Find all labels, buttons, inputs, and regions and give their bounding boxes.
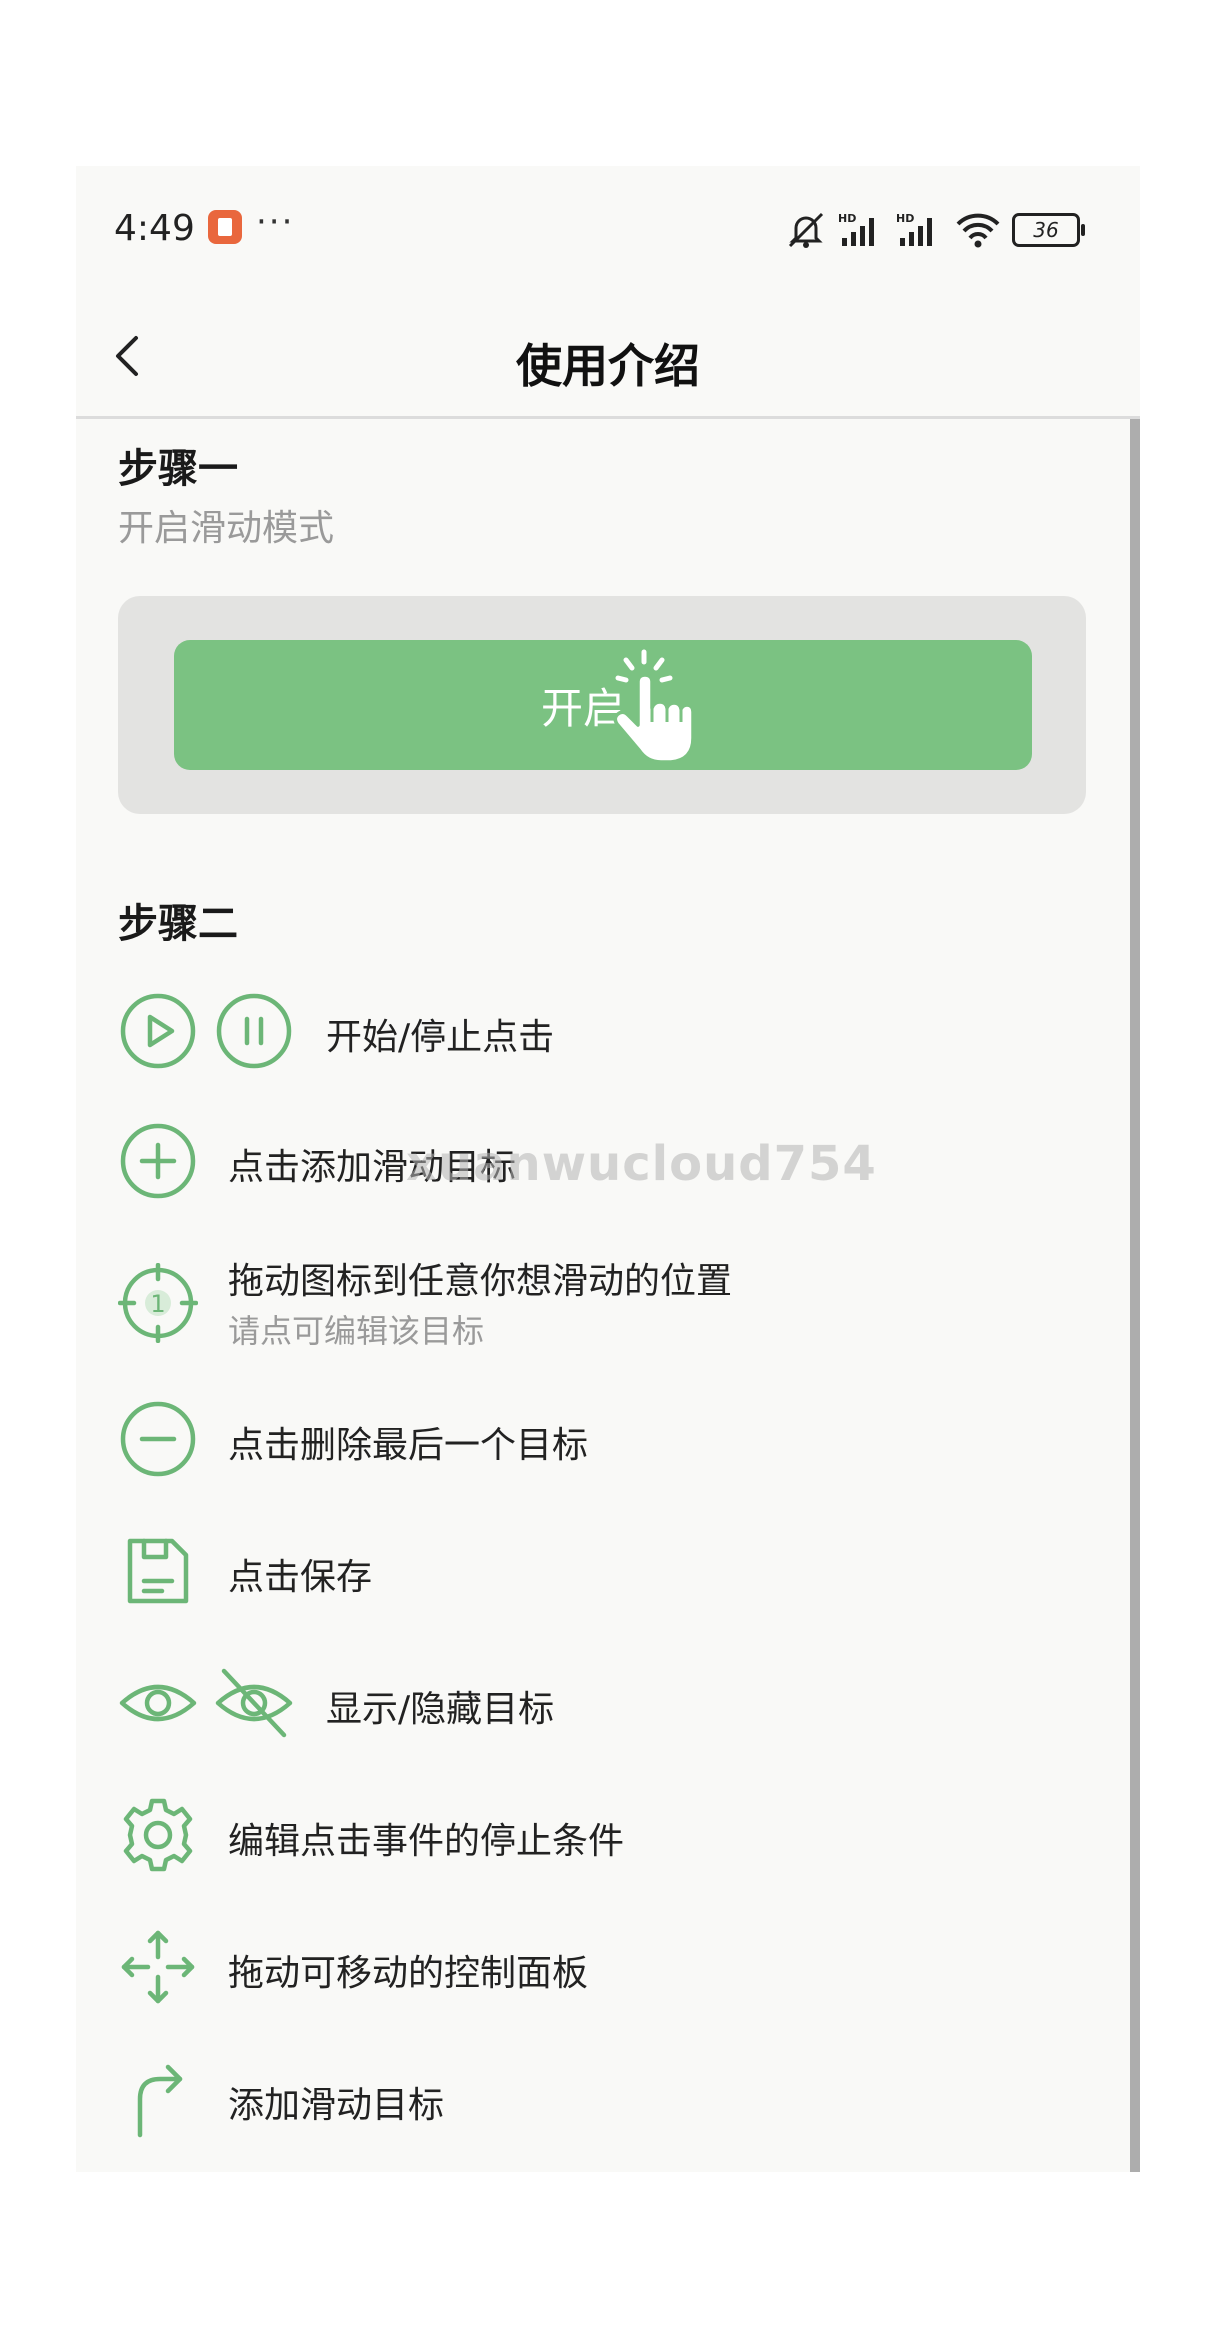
pause-icon bbox=[216, 993, 292, 1069]
item-text: 点击保存 bbox=[228, 1557, 373, 1598]
item-text: 显示/隐藏目标 bbox=[326, 1689, 555, 1730]
item-text: 添加滑动目标 bbox=[228, 2085, 445, 2126]
step1-title: 步骤一 bbox=[118, 446, 238, 492]
list-item-stop-condition: 编辑点击事件的停止条件 bbox=[76, 1790, 1116, 1880]
item-text: 拖动图标到任意你想滑动的位置 bbox=[228, 1261, 733, 1302]
item-text: 拖动可移动的控制面板 bbox=[228, 1953, 589, 1994]
eye-off-icon bbox=[215, 1668, 293, 1738]
battery-level: 36 bbox=[1033, 218, 1059, 242]
list-item-show-hide: 显示/隐藏目标 bbox=[76, 1658, 1116, 1748]
item-text: 开始/停止点击 bbox=[326, 1017, 555, 1058]
step1-subtitle: 开启滑动模式 bbox=[118, 508, 335, 549]
status-bar: 4:49 ··· HD HD 36 bbox=[76, 166, 1140, 296]
page-title: 使用介绍 bbox=[516, 339, 700, 393]
svg-text:HD: HD bbox=[838, 212, 856, 225]
save-icon bbox=[127, 1538, 189, 1604]
list-item-add-swipe: 添加滑动目标 bbox=[76, 2054, 1116, 2144]
battery-icon: 36 bbox=[1012, 213, 1085, 247]
svg-text:HD: HD bbox=[896, 212, 914, 225]
status-icons: HD HD 36 bbox=[784, 210, 1085, 250]
scrollbar[interactable] bbox=[1130, 419, 1140, 2172]
open-button[interactable]: 开启 bbox=[174, 640, 1032, 770]
target-crosshair-icon: 1 bbox=[118, 1263, 198, 1343]
signal-hd-icon-2: HD bbox=[896, 210, 944, 250]
list-item-drag-target: 1 拖动图标到任意你想滑动的位置 请点可编辑该目标 bbox=[76, 1248, 1116, 1358]
status-time: 4:49 bbox=[114, 208, 195, 249]
item-text: 编辑点击事件的停止条件 bbox=[228, 1821, 625, 1862]
item-subtext: 请点可编辑该目标 bbox=[228, 1312, 485, 1350]
demo-box: 开启 bbox=[118, 596, 1086, 814]
list-item-save: 点击保存 bbox=[76, 1526, 1116, 1616]
move-arrows-icon bbox=[121, 1930, 195, 2004]
item-text: 点击删除最后一个目标 bbox=[228, 1425, 589, 1466]
signal-hd-icon-1: HD bbox=[838, 210, 886, 250]
remove-circle-icon bbox=[120, 1401, 196, 1477]
list-item-move-panel: 拖动可移动的控制面板 bbox=[76, 1922, 1116, 2012]
phone-screen: 4:49 ··· HD HD 36 使用介绍 步骤一 开启滑动模式 开启 步骤二… bbox=[76, 166, 1140, 2172]
watermark-text: xuanwucloud754 bbox=[406, 1136, 877, 1192]
mute-icon bbox=[784, 210, 828, 250]
title-bar: 使用介绍 bbox=[76, 296, 1140, 419]
list-item-delete-target: 点击删除最后一个目标 bbox=[76, 1394, 1116, 1484]
hand-cursor-icon bbox=[613, 649, 695, 764]
more-notifications-indicator: ··· bbox=[256, 202, 295, 242]
play-icon bbox=[120, 993, 196, 1069]
eye-icon bbox=[119, 1684, 197, 1722]
step2-title: 步骤二 bbox=[118, 901, 238, 947]
gear-icon bbox=[123, 1798, 193, 1872]
target-number: 1 bbox=[150, 1290, 165, 1318]
add-circle-icon bbox=[120, 1123, 196, 1199]
list-item-start-stop: 开始/停止点击 bbox=[76, 986, 1116, 1076]
app-notification-icon bbox=[208, 210, 242, 244]
wifi-icon bbox=[954, 210, 1002, 250]
swipe-arrow-icon bbox=[137, 2064, 183, 2138]
